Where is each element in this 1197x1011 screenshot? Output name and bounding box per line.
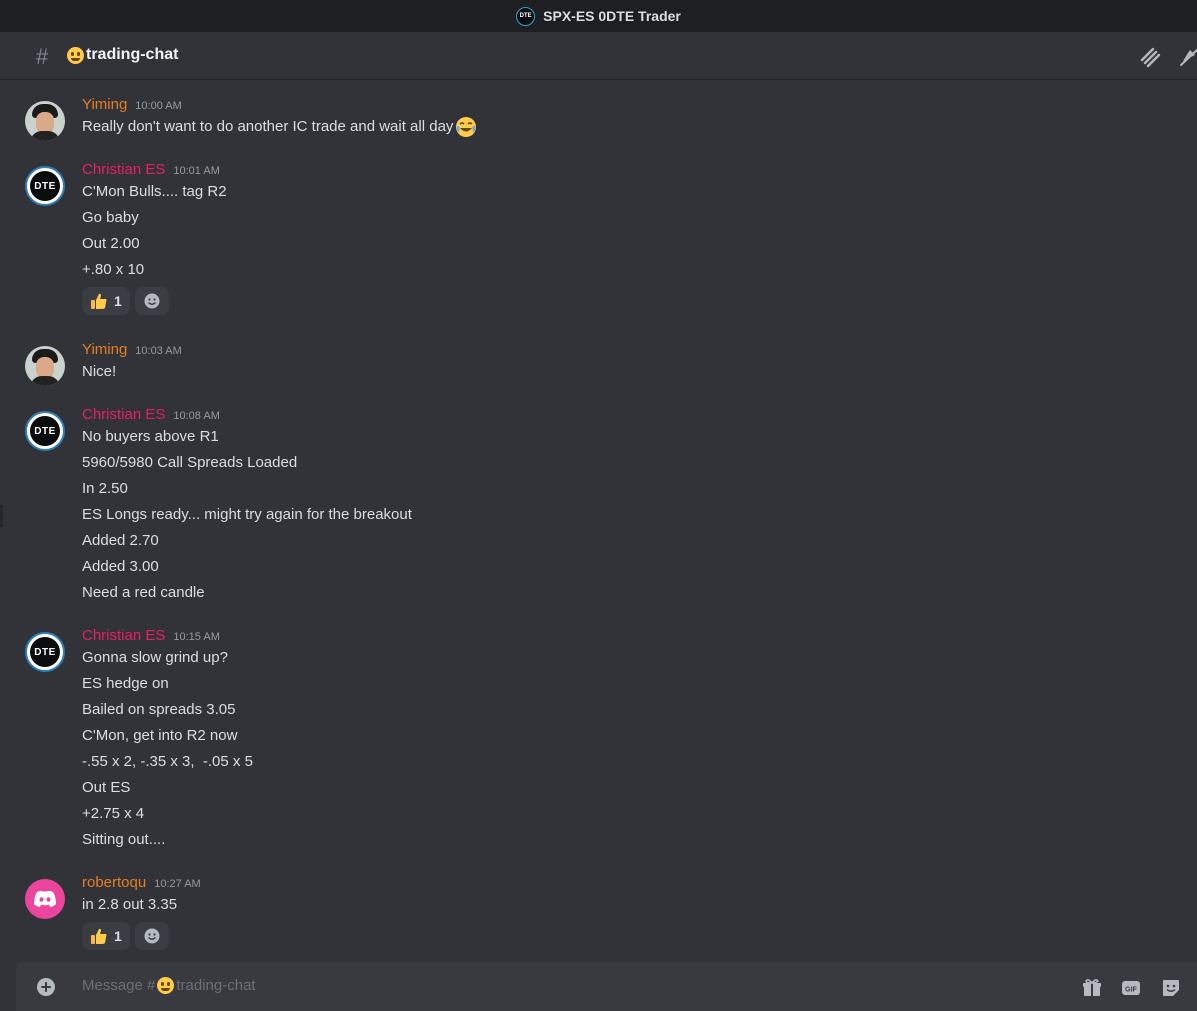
message-line: 5960/5980 Call Spreads Loaded [82, 454, 298, 471]
message-line: +2.75 x 4 [82, 805, 145, 822]
gif-icon[interactable]: GIF [1121, 978, 1141, 998]
message-line: Nice! [82, 363, 117, 380]
avatar[interactable] [25, 101, 65, 141]
timestamp: 10:27 AM [154, 878, 201, 890]
upload-plus-button[interactable] [37, 978, 55, 996]
message-line: Gonna slow grind up? [82, 649, 228, 666]
message-line: Out 2.00 [82, 235, 140, 252]
avatar[interactable]: DTE [25, 166, 65, 206]
message-line: -.55 x 2, -.35 x 3, -.05 x 5 [82, 753, 253, 770]
reaction-thumbs-up[interactable]: 1 [82, 287, 130, 315]
username[interactable]: Yiming [82, 339, 127, 361]
timestamp: 10:08 AM [173, 410, 220, 422]
message-line: C'Mon Bulls.... tag R2 [82, 183, 227, 200]
message-line: ES Longs ready... might try again for th… [82, 506, 412, 523]
message-group: Yiming 10:03 AM Nice! [0, 339, 1197, 387]
message-line: Go baby [82, 209, 139, 226]
username[interactable]: Christian ES [82, 625, 165, 647]
add-reaction-icon [144, 928, 160, 944]
message-group: robertoqu 10:27 AM in 2.8 out 3.35 1 [0, 872, 1197, 952]
timestamp: 10:00 AM [135, 100, 182, 112]
avatar[interactable]: DTE [25, 411, 65, 451]
gift-icon[interactable] [1082, 978, 1102, 998]
plus-icon [41, 982, 51, 992]
username[interactable]: Christian ES [82, 404, 165, 426]
window-title: SPX-ES 0DTE Trader [543, 8, 681, 24]
message-line: +.80 x 10 [82, 261, 145, 278]
sticker-icon[interactable] [1161, 978, 1181, 998]
message-line: C'Mon, get into R2 now [82, 727, 238, 744]
message-list: Yiming 10:00 AM Really don't want to do … [0, 88, 1197, 952]
message-line: Need a red candle [82, 584, 205, 601]
mute-bell-icon[interactable] [1178, 46, 1197, 68]
add-reaction-button[interactable] [134, 287, 169, 315]
message-line: Sitting out.... [82, 831, 166, 848]
message-line: Added 2.70 [82, 532, 159, 549]
timestamp: 10:03 AM [135, 345, 182, 357]
message-line: ES hedge on [82, 675, 169, 692]
reaction-count: 1 [114, 293, 122, 309]
channel-header: # trading-chat [0, 32, 1197, 80]
username[interactable]: robertoqu [82, 872, 146, 894]
reactions: 1 [82, 922, 1197, 952]
placeholder-channel: trading-chat [176, 977, 256, 994]
message-line: Added 3.00 [82, 558, 159, 575]
joy-emoji-icon [456, 117, 477, 138]
threads-icon[interactable] [1139, 46, 1161, 68]
avatar[interactable] [25, 879, 65, 919]
reaction-thumbs-up[interactable]: 1 [82, 922, 130, 950]
message-group: Yiming 10:00 AM Really don't want to do … [0, 94, 1197, 142]
username[interactable]: Christian ES [82, 159, 165, 181]
message-line: in 2.8 out 3.35 [82, 896, 178, 913]
avatar[interactable]: DTE [25, 632, 65, 672]
message-group: DTE Christian ES 10:15 AM Gonna slow gri… [0, 625, 1197, 855]
add-reaction-button[interactable] [134, 922, 169, 950]
thumbs-up-icon [91, 293, 107, 309]
message-input[interactable]: Message # trading-chat [82, 977, 256, 994]
reactions: 1 [82, 287, 1197, 317]
grinning-emoji-icon [157, 977, 175, 994]
grinning-emoji-icon [67, 46, 84, 64]
message-group: DTE Christian ES 10:01 AM C'Mon Bulls...… [0, 159, 1197, 317]
message-line: Out ES [82, 779, 131, 796]
server-logo-icon: DTE [516, 6, 536, 26]
message-line: No buyers above R1 [82, 428, 219, 445]
thumbs-up-icon [91, 928, 107, 944]
message-line: Really don't want to do another IC trade… [82, 116, 1197, 142]
channel-title: trading-chat [67, 46, 178, 64]
add-reaction-icon [144, 293, 160, 309]
discord-logo-icon [34, 890, 56, 907]
hash-icon: # [36, 44, 49, 69]
placeholder-prefix: Message # [82, 977, 156, 994]
timestamp: 10:01 AM [173, 165, 220, 177]
avatar[interactable] [25, 346, 65, 386]
timestamp: 10:15 AM [173, 631, 220, 643]
channel-name: trading-chat [86, 46, 179, 63]
message-line: In 2.50 [82, 480, 128, 497]
svg-text:GIF: GIF [1125, 987, 1137, 994]
reaction-count: 1 [114, 928, 122, 944]
username[interactable]: Yiming [82, 94, 127, 116]
message-group: DTE Christian ES 10:08 AM No buyers abov… [0, 404, 1197, 608]
message-line: Bailed on spreads 3.05 [82, 701, 236, 718]
window-titlebar: DTE SPX-ES 0DTE Trader [0, 0, 1197, 32]
message-composer[interactable]: Message # trading-chat GIF [16, 962, 1197, 1011]
